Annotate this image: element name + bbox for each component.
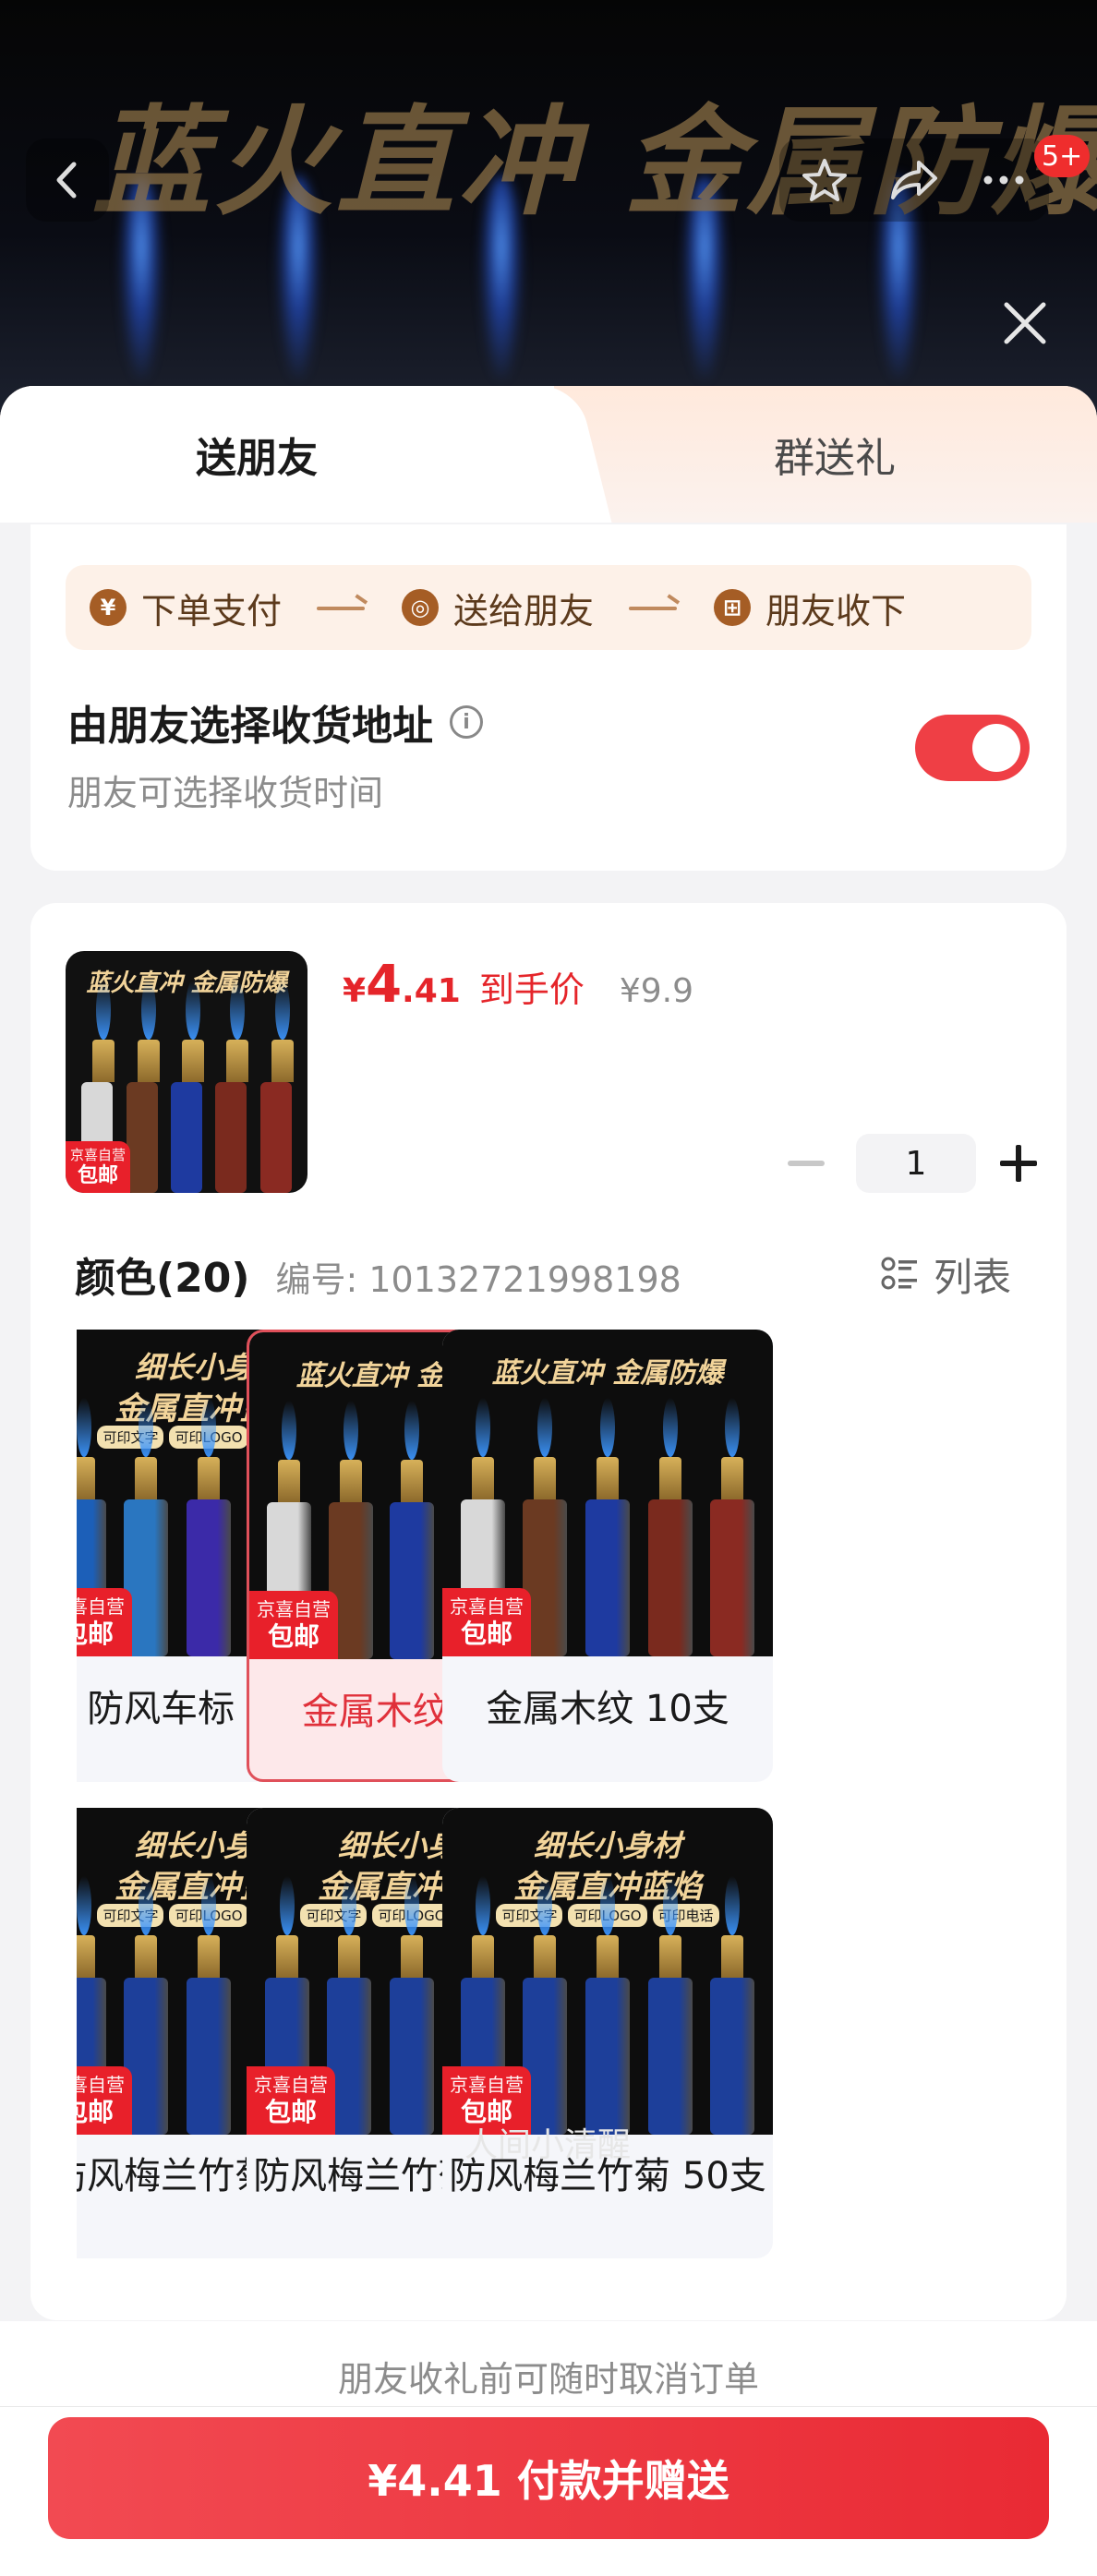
lighter-graphic: [710, 1398, 755, 1656]
arrow-right-icon: [629, 601, 679, 614]
yuan-icon: ¥: [90, 589, 127, 626]
quantity-stepper: 1: [788, 1134, 1037, 1193]
price-decimal: .41: [402, 972, 461, 1010]
cancel-note: 朋友收礼前可随时取消订单: [337, 2359, 759, 2400]
more-icon[interactable]: [971, 148, 1036, 212]
share-icon[interactable]: [882, 148, 946, 212]
color-title: 颜色(20): [75, 1255, 250, 1302]
list-view-button[interactable]: 列表: [880, 1246, 1011, 1303]
variant-image-title: 细长小身材: [533, 1828, 681, 1863]
self-operated-tag: 京喜自营包邮: [77, 1588, 132, 1656]
self-operated-tag: 京喜自营包邮: [247, 2066, 335, 2135]
minus-icon[interactable]: [788, 1161, 825, 1166]
step-label: 朋友收下: [765, 590, 907, 632]
tab-group-gift[interactable]: 群送礼: [774, 425, 896, 484]
variant-image: 蓝火直冲 金属防爆京喜自营 包邮: [442, 1330, 773, 1656]
tab-bar: 送朋友 群送礼: [0, 386, 1097, 523]
lighter-graphic: [710, 1876, 755, 2135]
lighter-graphic: [647, 1398, 693, 1656]
address-option-subtitle: 朋友可选择收货时间: [67, 773, 384, 813]
list-label: 列表: [934, 1255, 1012, 1300]
feature-pill: 可印文字: [496, 1904, 563, 1927]
variant-item[interactable]: 细长小身材金属直冲蓝焰可印文字可印LOGO可印电话京喜自营包邮防风梅兰竹菊 50…: [442, 1808, 773, 2258]
product-banner: 蓝火直冲 金属防爆 5+: [0, 0, 1097, 425]
price-row: ¥ 4 .41 到手价 ¥9.9: [343, 955, 693, 1015]
lighter-graphic: [585, 1876, 630, 2135]
address-option-title: 由朋友选择收货地址 i: [67, 692, 483, 752]
tab-send-friend[interactable]: 送朋友: [196, 425, 318, 484]
feature-pill: 可印文字: [97, 1904, 164, 1927]
color-header: 颜色(20) 编号: 10132721998198: [75, 1245, 681, 1304]
self-operated-tag: 京喜自营包邮: [442, 1588, 531, 1656]
product-thumbnail: 蓝火直冲 金属防爆 京喜自营 包邮: [66, 951, 307, 1193]
self-operated-tag: 京喜自营包邮: [249, 1591, 338, 1659]
notification-badge: 5+: [1034, 135, 1091, 177]
original-price: ¥9.9: [619, 972, 693, 1010]
step-label: 下单支付: [141, 590, 283, 632]
lighter-graphic: [186, 1876, 231, 2135]
lighter-graphic: [585, 1398, 630, 1656]
price-integer: 4: [366, 955, 403, 1015]
variant-image-title: 蓝火直冲 金属防爆: [491, 1357, 724, 1390]
info-icon[interactable]: i: [450, 705, 483, 739]
close-icon[interactable]: [997, 295, 1053, 351]
pay-and-gift-button[interactable]: ¥4.41 付款并赠送: [48, 2417, 1049, 2539]
chevron-left-icon: [56, 162, 77, 199]
lighter-graphic: [389, 1401, 434, 1659]
step-send: ◎ 送给朋友: [402, 583, 594, 633]
variant-label: 金属木纹 10支: [486, 1688, 729, 1730]
header-actions: [779, 138, 1049, 222]
address-title-text: 由朋友选择收货地址: [67, 703, 433, 750]
self-operated-tag: 京喜自营包邮: [77, 2066, 132, 2135]
gift-flow-card: ¥ 下单支付 ◎ 送给朋友 ⊞ 朋友收下 由朋友选择收货地址 i 朋友可选择收货…: [30, 524, 1067, 871]
wechat-icon: ◎: [402, 589, 440, 626]
step-label: 送给朋友: [453, 590, 595, 632]
variant-item[interactable]: 蓝火直冲 金属防爆京喜自营 包邮金属木纹 10支: [442, 1330, 773, 1782]
lighter-graphic: [186, 1398, 231, 1656]
final-price-label: 到手价: [478, 969, 585, 1010]
arrow-right-icon: [317, 601, 367, 614]
plus-icon[interactable]: [1000, 1145, 1037, 1182]
lighter-graphic: [389, 1876, 434, 2135]
gift-icon: ⊞: [714, 589, 752, 626]
sku-number: 编号: 10132721998198: [275, 1259, 681, 1300]
product-card: 蓝火直冲 金属防爆 京喜自营 包邮 ¥ 4 .41 到手价 ¥9.9 1 颜色(…: [30, 903, 1067, 2320]
list-icon: [881, 1257, 917, 1289]
step-receive: ⊞ 朋友收下: [714, 583, 906, 633]
lighter-graphic: [647, 1876, 693, 2135]
step-pay: ¥ 下单支付: [90, 583, 282, 633]
star-icon[interactable]: [792, 148, 857, 212]
feature-pill: 可印文字: [97, 1426, 164, 1449]
quantity-input[interactable]: 1: [856, 1134, 976, 1193]
price-currency: ¥: [343, 972, 367, 1010]
address-toggle[interactable]: [915, 715, 1030, 781]
gift-sheet: 送朋友 群送礼 ¥ 下单支付 ◎ 送给朋友 ⊞ 朋友收下 由朋友选择收货地址 i…: [0, 386, 1097, 2576]
footer-divider: [0, 2406, 1097, 2407]
watermark: 人间小清醒: [464, 2126, 632, 2164]
variant-image: 细长小身材金属直冲蓝焰可印文字可印LOGO可印电话京喜自营包邮: [442, 1808, 773, 2135]
gift-steps: ¥ 下单支付 ◎ 送给朋友 ⊞ 朋友收下: [66, 565, 1031, 650]
self-operated-tag: 京喜自营 包邮: [66, 1141, 130, 1193]
back-button[interactable]: [26, 138, 109, 222]
feature-pill: 可印文字: [300, 1904, 368, 1927]
